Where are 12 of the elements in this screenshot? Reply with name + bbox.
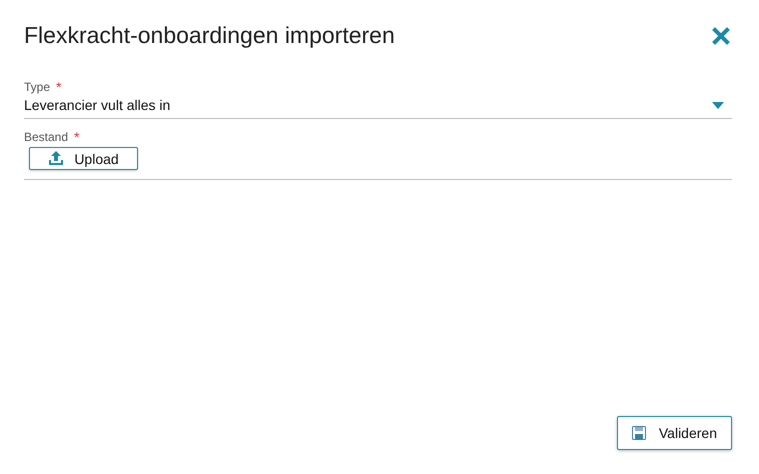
dialog-title: Flexkracht-onboardingen importeren [24, 22, 395, 49]
upload-icon [48, 151, 64, 166]
field-label: Bestand [24, 130, 68, 144]
required-mark: * [56, 79, 62, 95]
field-label: Type [24, 80, 50, 94]
type-dropdown[interactable]: Leverancier vult alles in [24, 95, 732, 119]
caret-icon [712, 102, 724, 108]
upload-button[interactable]: Upload [29, 147, 138, 170]
required-mark: * [74, 129, 80, 145]
save-icon [632, 426, 646, 440]
validate-button[interactable]: Valideren [616, 416, 732, 450]
close-icon[interactable] [712, 26, 730, 44]
